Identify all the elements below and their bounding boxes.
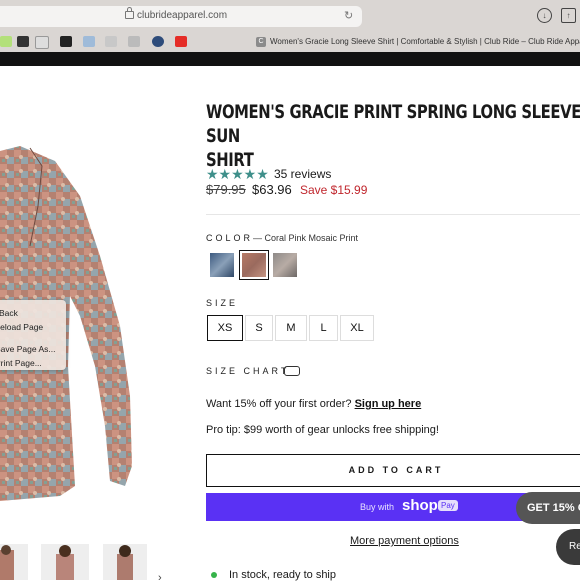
- signup-link[interactable]: Sign up here: [355, 398, 422, 410]
- thumbnail[interactable]: [0, 544, 28, 580]
- color-label: COLOR: [206, 233, 254, 243]
- bookmark-icon[interactable]: [128, 36, 140, 47]
- bookmark-icon[interactable]: [105, 36, 117, 47]
- discount-popup-button[interactable]: GET 15% O: [516, 492, 580, 524]
- address-bar[interactable]: clubrideapparel.com ↻: [0, 6, 362, 27]
- size-label: SIZE: [206, 298, 239, 308]
- size-chart-link[interactable]: SIZE CHART: [206, 366, 289, 376]
- thumbnail[interactable]: [103, 544, 147, 580]
- product-title: WOMEN'S GRACIE PRINT SPRING LONG SLEEVE …: [206, 101, 580, 171]
- bookmark-icon[interactable]: [17, 36, 29, 47]
- context-menu-item[interactable]: Back: [0, 308, 18, 318]
- youtube-icon[interactable]: [175, 36, 187, 47]
- announcement-bar: [0, 52, 580, 66]
- size-option-l[interactable]: L: [309, 315, 338, 341]
- in-stock-dot-icon: [211, 572, 217, 578]
- star-rating[interactable]: ★★★★★: [206, 166, 269, 183]
- share-icon[interactable]: ↑: [561, 8, 576, 23]
- savings-text: Save $15.99: [300, 183, 368, 197]
- context-menu-item[interactable]: Reload Page: [0, 322, 43, 332]
- context-menu-item[interactable]: Print Page...: [0, 358, 42, 368]
- lock-icon: [125, 7, 134, 19]
- context-menu-item[interactable]: Save Page As...: [0, 344, 55, 354]
- chat-button[interactable]: Re: [556, 529, 580, 565]
- size-option-m[interactable]: M: [275, 315, 307, 341]
- color-swatch-gray[interactable]: [270, 250, 300, 280]
- size-option-xl[interactable]: XL: [340, 315, 374, 341]
- browser-chrome: clubrideapparel.com ↻ ↓ ↑ C Women's Grac…: [0, 0, 580, 52]
- tab-favicon-icon: C: [256, 37, 266, 47]
- url-text[interactable]: clubrideapparel.com: [137, 10, 227, 21]
- ruler-icon[interactable]: [284, 366, 300, 376]
- bookmark-icon[interactable]: [152, 36, 164, 47]
- color-swatch-blue[interactable]: [207, 250, 237, 280]
- stock-status: In stock, ready to ship: [229, 569, 336, 581]
- chevron-right-icon[interactable]: ›: [158, 572, 162, 584]
- bookmark-icon[interactable]: [35, 36, 49, 49]
- sale-price: $63.96: [252, 182, 292, 197]
- download-icon[interactable]: ↓: [537, 8, 552, 23]
- pro-tip: Pro tip: $99 worth of gear unlocks free …: [206, 424, 439, 436]
- shop-logo: shop: [402, 497, 438, 514]
- divider: [206, 214, 580, 215]
- size-option-s[interactable]: S: [245, 315, 273, 341]
- selected-color: — Coral Pink Mosaic Print: [253, 233, 359, 243]
- bookmarks-bar: [0, 34, 250, 50]
- color-swatch-coral[interactable]: [239, 250, 269, 280]
- offer-text: Want 15% off your first order?: [206, 398, 355, 410]
- bookmark-icon[interactable]: [60, 36, 72, 47]
- tab-title[interactable]: Women's Gracie Long Sleeve Shirt | Comfo…: [270, 37, 580, 46]
- context-menu: Back Reload Page Save Page As... Print P…: [0, 300, 66, 370]
- signup-offer: Want 15% off your first order? Sign up h…: [206, 398, 421, 410]
- bookmark-icon[interactable]: [0, 36, 12, 47]
- bookmark-icon[interactable]: [83, 36, 95, 47]
- thumbnail[interactable]: [41, 544, 89, 580]
- more-payment-options-link[interactable]: More payment options: [350, 535, 459, 547]
- buy-with-text: Buy with: [360, 502, 395, 512]
- reload-icon[interactable]: ↻: [344, 9, 353, 22]
- size-option-xs[interactable]: XS: [207, 315, 243, 341]
- reviews-count[interactable]: 35 reviews: [274, 167, 331, 181]
- original-price: $79.95: [206, 182, 246, 197]
- pay-badge: Pay: [438, 500, 458, 511]
- add-to-cart-button[interactable]: ADD TO CART: [206, 454, 580, 487]
